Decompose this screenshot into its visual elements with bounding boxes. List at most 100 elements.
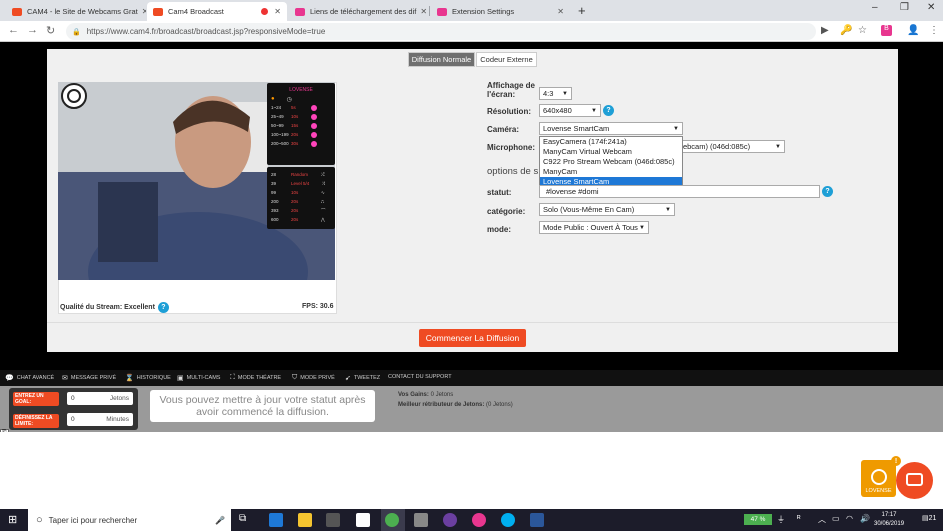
task-view-icon[interactable]: ⧉: [239, 513, 246, 524]
display-select[interactable]: 4:3 ▼: [539, 87, 572, 100]
info-icon[interactable]: ?: [822, 186, 833, 197]
resolution-label: Résolution:: [487, 107, 531, 116]
close-icon[interactable]: ✕: [553, 7, 564, 16]
mail-icon: ✉: [62, 375, 68, 382]
close-icon[interactable]: ✕: [138, 7, 146, 16]
status-update-notice: Vous pouvez mettre à jour votre statut a…: [150, 390, 375, 422]
menu-icon[interactable]: ⋮: [929, 25, 939, 36]
lovense-pattern-row: 393 20s ⌒: [271, 207, 326, 214]
toolbar-multicam[interactable]: ▣ MULTI-CAMS: [177, 374, 220, 382]
wifi-icon[interactable]: ◠: [846, 514, 853, 523]
reload-icon[interactable]: ↻: [46, 24, 55, 37]
taskbar-clock[interactable]: 17:17 30/06/2019: [874, 511, 904, 529]
tab-external-encoder[interactable]: Codeur Externe: [476, 52, 537, 67]
tab-normal-broadcast[interactable]: Diffusion Normale: [408, 52, 475, 67]
toolbar-chat[interactable]: 💬 CHAT AVANCÉ: [5, 374, 54, 382]
tab-extension-settings[interactable]: Extension Settings ✕: [431, 2, 570, 21]
stream-quality: Qualité du Stream: Excellent ?: [60, 302, 169, 313]
chevron-down-icon: ▼: [591, 107, 597, 114]
history-icon: ⌛: [125, 375, 134, 382]
zigzag-icon: ⋀: [321, 216, 325, 222]
volume-icon[interactable]: 🔊: [860, 514, 870, 523]
chrome-app-icon[interactable]: [385, 513, 399, 527]
profile-icon[interactable]: 👤: [907, 25, 919, 36]
skype-app-icon[interactable]: [501, 513, 515, 527]
tab-cam4-broadcast[interactable]: Cam4 Broadcast ✕: [147, 2, 287, 21]
key-icon[interactable]: 🔑: [840, 25, 852, 36]
file-explorer-app-icon[interactable]: [298, 513, 312, 527]
camera-select[interactable]: Lovense SmartCam ▼: [539, 122, 683, 135]
microphone-icon[interactable]: 🎤: [215, 516, 225, 525]
mail-app-icon[interactable]: [356, 513, 370, 527]
minimize-icon[interactable]: –: [872, 2, 878, 13]
gains-label: Vos Gains:: [398, 392, 429, 398]
people-icon[interactable]: ᴿ: [797, 514, 801, 523]
store-app-icon[interactable]: [326, 513, 340, 527]
toolbar-theater-mode[interactable]: ⛶ MODE THÉATRE: [230, 374, 281, 382]
new-tab-button[interactable]: +: [578, 3, 586, 18]
tab-title: CAM4 - le Site de Webcams Grat: [27, 7, 138, 16]
toolbar-tweet[interactable]: ➹ TWEETEZ: [345, 374, 380, 382]
calculator-app-icon[interactable]: [414, 513, 428, 527]
app-icon[interactable]: [443, 513, 457, 527]
chevron-down-icon: ▼: [775, 143, 781, 150]
camera-option[interactable]: ManyCam: [540, 167, 682, 177]
tab-cam4-home[interactable]: CAM4 - le Site de Webcams Grat ✕: [6, 2, 146, 21]
toolbar-history[interactable]: ⌛ HISTORIQUE: [125, 374, 171, 382]
chevron-down-icon: ▼: [673, 125, 679, 132]
lovense-app-icon[interactable]: [472, 513, 486, 527]
chevron-up-icon[interactable]: ︿: [818, 514, 826, 525]
chevron-down-icon: ▼: [639, 224, 645, 231]
stream-options-heading: options de s: [487, 166, 539, 177]
close-window-icon[interactable]: ✕: [927, 2, 935, 13]
camera-option[interactable]: EasyCamera (174f:241a): [540, 137, 682, 147]
forward-icon[interactable]: →: [27, 24, 38, 36]
network-icon[interactable]: ▭: [832, 514, 840, 523]
notifications-icon[interactable]: ▤21: [922, 514, 936, 522]
camera-option[interactable]: ManyCam Virtual Webcam: [540, 147, 682, 157]
edge-app-icon[interactable]: [269, 513, 283, 527]
divider: [47, 322, 898, 323]
toolbar-support[interactable]: CONTACT DU SUPPORT: [388, 374, 452, 380]
microphone-select[interactable]: Webcam) (046d:085c) ▼: [673, 140, 785, 153]
lovense-widget-button[interactable]: LOVENSE: [861, 460, 896, 497]
goals-box: ENTREZ UN GOAL: 0 Jetons DÉFINISSEZ LA LI…: [9, 388, 138, 430]
status-input[interactable]: #lovense #domi: [539, 185, 820, 198]
maximize-icon[interactable]: ❐: [900, 2, 909, 13]
back-icon[interactable]: ←: [8, 24, 19, 36]
recording-icon: [261, 8, 268, 15]
goal-input[interactable]: 0 Jetons: [67, 392, 133, 405]
tab-download-links[interactable]: Liens de téléchargement des dif ✕: [289, 2, 428, 21]
camera-option[interactable]: C922 Pro Stream Webcam (046d:085c): [540, 157, 682, 167]
close-icon[interactable]: ✕: [270, 7, 281, 16]
start-broadcast-button[interactable]: Commencer La Diffusion: [419, 329, 526, 347]
toolbar-private-mode[interactable]: ⛉ MODE PRIVÉ: [292, 374, 335, 382]
url-input[interactable]: 🔒 https://www.cam4.fr/broadcast/broadcas…: [66, 23, 816, 40]
chat-bubble-button[interactable]: [896, 462, 933, 499]
word-app-icon[interactable]: [530, 513, 544, 527]
mode-select[interactable]: Mode Public : Ouvert À Tous ▼: [539, 221, 649, 234]
earnings-stats: Vos Gains: 0 Jetons Meilleur rétributeur…: [398, 390, 513, 410]
lovense-pattern-row: 28 Random ⤮: [271, 172, 325, 177]
close-icon[interactable]: ✕: [416, 7, 427, 16]
video-icon[interactable]: ▶: [821, 25, 829, 36]
cortana-icon: ○: [36, 514, 43, 526]
cam4-favicon-icon: [12, 7, 22, 16]
info-icon[interactable]: ?: [157, 302, 169, 313]
category-select[interactable]: Solo (Vous-Même En Cam) ▼: [539, 203, 675, 216]
limit-input[interactable]: 0 Minutes: [67, 413, 133, 426]
battery-indicator[interactable]: 47 %: [744, 514, 772, 525]
bookmark-star-icon[interactable]: ☆: [858, 25, 867, 36]
lovense-level-row: 50~99 15s: [267, 121, 335, 130]
windows-start-icon[interactable]: ⊞: [8, 513, 17, 526]
info-icon[interactable]: ?: [603, 105, 614, 116]
cam4-favicon-icon: [153, 7, 163, 16]
taskbar-search-input[interactable]: ○ Taper ici pour rechercher 🎤: [28, 509, 231, 531]
extension-icon[interactable]: B: [881, 25, 892, 36]
fps-label: FPS: 30.6: [302, 303, 334, 310]
toolbar-private-message[interactable]: ✉ MESSAGE PRIVÉ: [62, 374, 116, 382]
tab-separator: [429, 6, 430, 16]
shuffle-icon: ⤮: [321, 172, 325, 177]
best-tipper-value: (0 Jetons): [486, 402, 513, 408]
resolution-select[interactable]: 640x480 ▼: [539, 104, 601, 117]
